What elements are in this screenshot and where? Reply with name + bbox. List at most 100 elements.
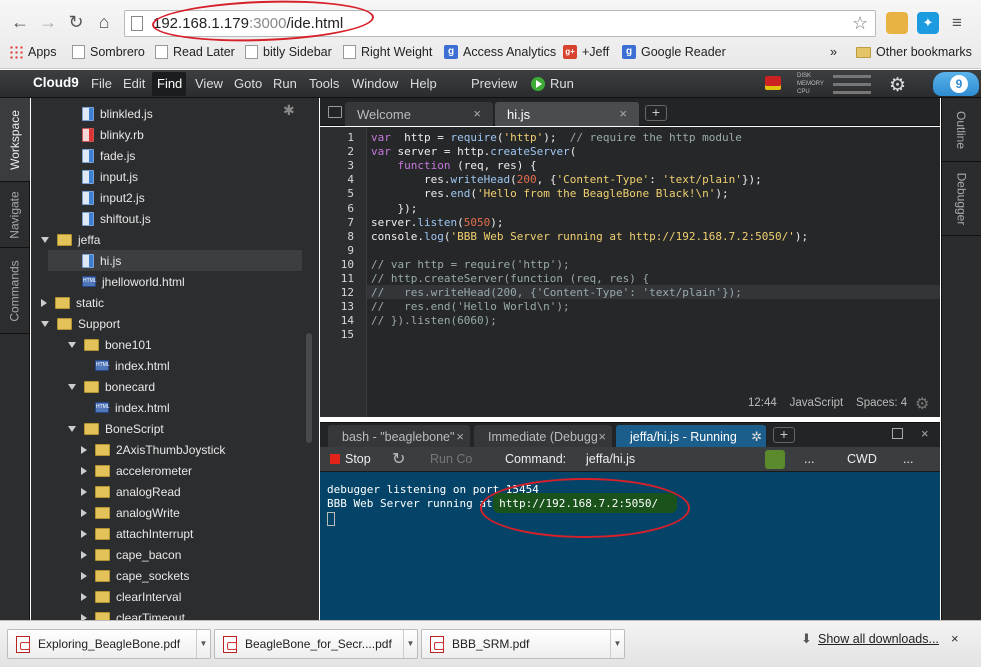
tab-bash[interactable]: bash - "beaglebone" × [328,425,470,448]
bookmark-plus-jeff[interactable]: g+ +Jeff [563,43,609,61]
tree-item[interactable]: cape_sockets [31,565,319,586]
tab-list-icon[interactable] [328,106,342,118]
close-download-bar-icon[interactable]: × [951,631,959,646]
runner-icon[interactable] [765,450,785,469]
bookmark-sombrero[interactable]: Sombrero [72,43,145,61]
menu-view[interactable]: View [195,76,223,91]
collapse-arrow-icon[interactable] [81,508,87,517]
tree-item[interactable]: hi.js [48,250,302,271]
tab-hi-js[interactable]: hi.js × [495,102,639,126]
add-tab-button[interactable]: + [645,105,667,121]
tree-item[interactable]: bonecard [31,376,319,397]
download-item[interactable]: BeagleBone_for_Secr....pdf ▼ [214,629,418,659]
close-icon[interactable]: × [473,106,481,121]
tree-item[interactable]: input.js [31,166,319,187]
collapse-arrow-icon[interactable] [41,298,47,307]
close-icon[interactable]: × [598,429,606,444]
menu-run[interactable]: Run [273,76,297,91]
expand-arrow-icon[interactable] [68,425,76,432]
cwd-options[interactable]: ... [903,452,913,466]
tree-scrollbar[interactable] [306,333,312,443]
close-panel-icon[interactable]: × [921,426,929,441]
tree-item[interactable]: HTML jhelloworld.html [31,271,319,292]
run-button[interactable]: Run [531,76,574,91]
expand-arrow-icon[interactable] [68,383,76,390]
tab-navigate[interactable]: Navigate [0,182,30,248]
tab-running-process[interactable]: jeffa/hi.js - Running ✲ [616,425,766,448]
tree-item[interactable]: fade.js [31,145,319,166]
command-input[interactable]: jeffa/hi.js [586,452,635,466]
home-icon[interactable]: ⌂ [92,10,116,34]
forward-icon[interactable]: → [36,10,60,34]
expand-arrow-icon[interactable] [41,320,49,327]
dropdown-icon[interactable]: ▼ [196,630,210,658]
tree-item[interactable]: clearTimeout [31,607,319,620]
download-item[interactable]: BBB_SRM.pdf ▼ [421,629,625,659]
collapse-arrow-icon[interactable] [81,445,87,454]
collapse-arrow-icon[interactable] [81,466,87,475]
bookmark-star-icon[interactable]: ☆ [852,13,868,34]
tree-settings-icon[interactable]: ✱ [283,102,295,119]
tree-item[interactable]: HTML index.html [31,397,319,418]
preview-button[interactable]: Preview [471,76,517,91]
bookmark-access-analytics[interactable]: g Access Analytics [444,43,556,61]
restart-icon[interactable]: ↻ [392,449,405,469]
tab-outline[interactable]: Outline [941,98,981,162]
menu-window[interactable]: Window [352,76,398,91]
back-icon[interactable]: ← [8,10,32,34]
menu-goto[interactable]: Goto [234,76,262,91]
settings-gear-icon[interactable]: ⚙ [889,74,906,97]
collapse-arrow-icon[interactable] [81,529,87,538]
close-icon[interactable]: × [619,106,627,121]
run-command-button[interactable]: Run Co [430,452,472,466]
bookmark-apps[interactable]: Apps [9,43,57,61]
menu-file[interactable]: File [91,76,112,91]
tree-item[interactable]: attachInterrupt [31,523,319,544]
tab-workspace[interactable]: Workspace [0,98,30,182]
collapse-arrow-icon[interactable] [81,487,87,496]
expand-arrow-icon[interactable] [68,341,76,348]
tree-item[interactable]: shiftout.js [31,208,319,229]
collapse-arrow-icon[interactable] [81,550,87,559]
bookmark-google-reader[interactable]: g Google Reader [622,43,726,61]
tree-item[interactable]: analogRead [31,481,319,502]
collapse-arrow-icon[interactable] [81,592,87,601]
tree-item[interactable]: jeffa [31,229,319,250]
download-item[interactable]: Exploring_BeagleBone.pdf ▼ [7,629,211,659]
bookmark-right-weight[interactable]: Right Weight [343,43,432,61]
tree-item[interactable]: 2AxisThumbJoystick [31,439,319,460]
tree-item[interactable]: HTML index.html [31,355,319,376]
menu-help[interactable]: Help [410,76,437,91]
reload-icon[interactable]: ↻ [64,10,88,34]
dropdown-icon[interactable]: ▼ [403,630,417,658]
add-console-tab-button[interactable]: + [773,427,795,443]
tree-item[interactable]: cape_bacon [31,544,319,565]
close-icon[interactable]: × [456,429,464,444]
stop-button[interactable]: Stop [345,452,371,466]
tab-immediate[interactable]: Immediate (Debugg × [474,425,612,448]
tree-item[interactable]: Support [31,313,319,334]
tree-item[interactable]: blinky.rb [31,124,319,145]
tree-item[interactable]: input2.js [31,187,319,208]
language-mode[interactable]: JavaScript [790,397,844,409]
menu-icon[interactable]: ≡ [952,13,962,33]
tree-item[interactable]: static [31,292,319,313]
runner-options[interactable]: ... [804,452,814,466]
show-all-downloads-link[interactable]: Show all downloads... [818,632,939,646]
tree-item[interactable]: clearInterval [31,586,319,607]
tab-debugger[interactable]: Debugger [941,162,981,236]
tab-commands[interactable]: Commands [0,248,30,334]
bookmark-bitly-sidebar[interactable]: bitly Sidebar [245,43,332,61]
twitter-extension-icon[interactable]: ✦ [917,12,939,34]
code-lines[interactable]: 1 var http = require('http'); // require … [320,131,940,351]
menu-tools[interactable]: Tools [309,76,339,91]
tree-item[interactable]: analogWrite [31,502,319,523]
extension-icon[interactable] [886,12,908,34]
dropdown-icon[interactable]: ▼ [610,630,624,658]
menu-edit[interactable]: Edit [123,76,145,91]
tree-item[interactable]: bone101 [31,334,319,355]
tree-item[interactable]: BoneScript [31,418,319,439]
maximize-icon[interactable] [892,428,903,439]
expand-arrow-icon[interactable] [41,236,49,243]
bookmark-read-later[interactable]: Read Later [155,43,235,61]
